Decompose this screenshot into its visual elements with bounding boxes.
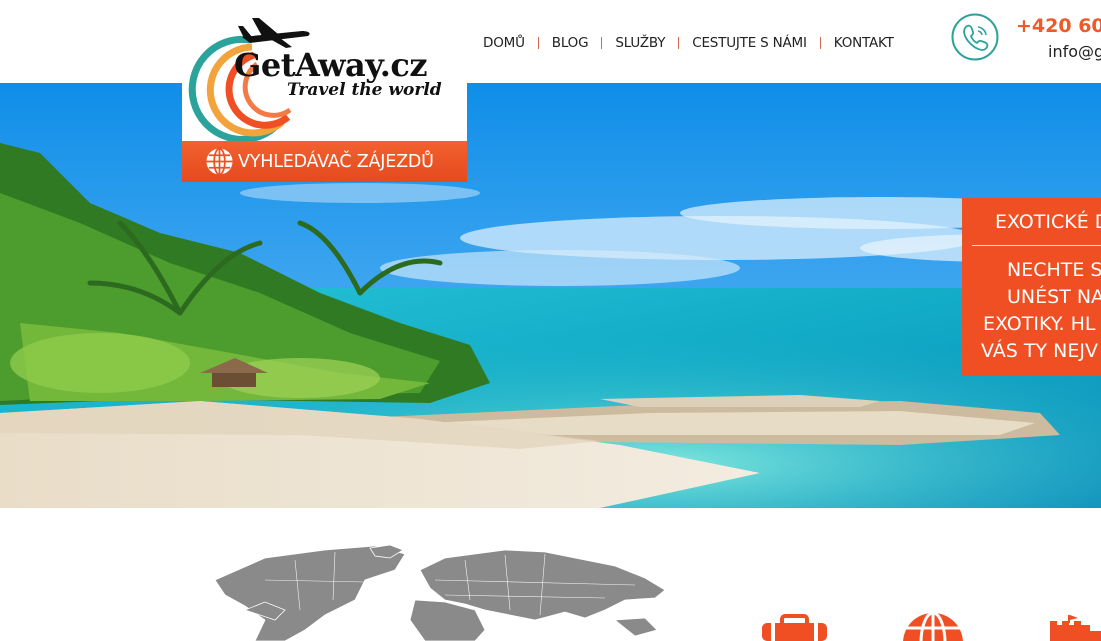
castle-icon [1050,615,1101,641]
phone-icon[interactable] [951,13,999,61]
promo-line-2: UNÉST NA [1007,286,1101,308]
email-link[interactable]: info@g [1048,42,1101,61]
globe-icon [902,612,964,641]
nav-item-kontakt[interactable]: KONTAKT [821,33,907,53]
nav-item-sluzby[interactable]: SLUŽBY [602,33,678,53]
promo-text: NECHTE S UNÉST NA EXOTIKY. HL VÁS TY NEJ… [981,257,1101,365]
phone-number-link[interactable]: +420 602 [1016,15,1101,37]
globe-icon [206,147,233,176]
main-nav: DOMŮ BLOG SLUŽBY CESTUJTE S NÁMI KONTAKT [470,33,907,53]
logo[interactable]: GetAway.cz Travel the world [182,0,467,143]
nav-item-domu[interactable]: DOMŮ [470,33,538,53]
promo-divider [972,245,1101,246]
hero-banner [0,83,1101,508]
tour-search-label: VYHLEDÁVAČ ZÁJEZDŮ [238,151,434,172]
promo-box[interactable]: EXOTICKÉ D NECHTE S UNÉST NA EXOTIKY. HL… [962,198,1101,376]
site-header: DOMŮ BLOG SLUŽBY CESTUJTE S NÁMI KONTAKT… [0,0,1101,83]
promo-title: EXOTICKÉ D [995,211,1101,233]
promo-line-4: VÁS TY NEJV [981,340,1098,362]
tour-search-button[interactable]: VYHLEDÁVAČ ZÁJEZDŮ [182,141,467,182]
nav-item-cestujte-s-nami[interactable]: CESTUJTE S NÁMI [679,33,820,53]
nav-item-blog[interactable]: BLOG [539,33,602,53]
world-map-image [214,544,666,641]
suitcase-icon [762,614,827,641]
promo-line-3: EXOTIKY. HL [983,313,1096,335]
promo-line-1: NECHTE S [1007,259,1101,281]
brand-tagline: Travel the world [287,80,442,100]
brand-name: GetAway.cz [234,46,428,84]
beach-hero-image [0,83,1101,508]
